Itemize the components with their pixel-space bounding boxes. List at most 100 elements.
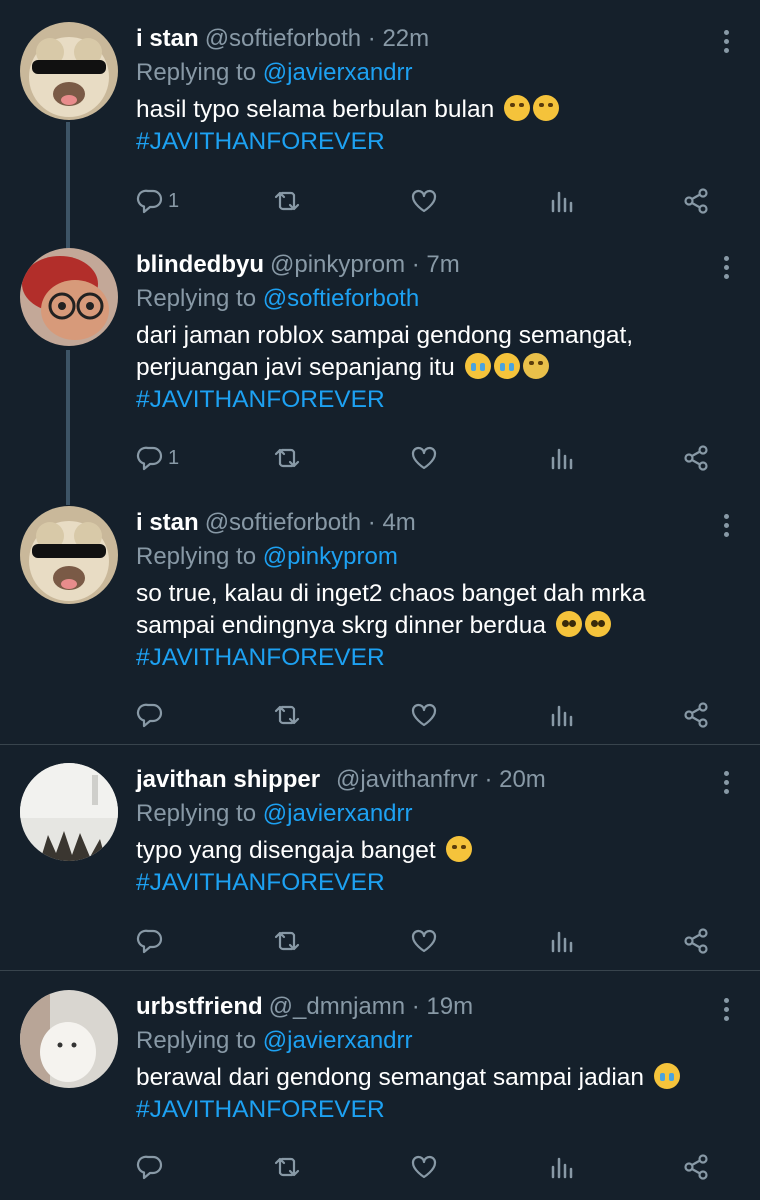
retweet-icon bbox=[274, 1157, 300, 1177]
retweet-button[interactable] bbox=[273, 184, 301, 218]
loudly-crying-emoji bbox=[493, 353, 520, 379]
hashtag-link[interactable]: #JAVITHANFOREVER bbox=[136, 1094, 746, 1126]
display-name[interactable]: javithan shipper bbox=[136, 766, 320, 793]
reply-icon bbox=[136, 446, 163, 471]
share-icon bbox=[684, 928, 708, 954]
reply-button[interactable] bbox=[136, 924, 168, 958]
reply-icon bbox=[136, 703, 163, 728]
analytics-icon bbox=[551, 448, 573, 470]
like-button[interactable] bbox=[410, 184, 438, 218]
hand-over-mouth-emoji bbox=[445, 836, 472, 862]
hashtag-link[interactable]: #JAVITHANFOREVER bbox=[136, 642, 746, 674]
like-button[interactable] bbox=[410, 441, 438, 475]
tweet-text: berawal dari gendong semangat sampai jad… bbox=[136, 1062, 746, 1126]
reply-count: 1 bbox=[168, 189, 180, 212]
like-button[interactable] bbox=[410, 924, 438, 958]
share-button[interactable] bbox=[682, 698, 710, 732]
share-icon bbox=[684, 1154, 708, 1180]
avatar[interactable] bbox=[20, 506, 118, 604]
heart-icon bbox=[411, 1155, 437, 1179]
more-icon[interactable] bbox=[722, 998, 730, 1024]
pleading-face-emoji bbox=[555, 611, 582, 637]
reply-icon bbox=[136, 929, 163, 954]
pleading-face-emoji bbox=[584, 611, 611, 637]
mention-link[interactable]: @javierxandrr bbox=[263, 59, 413, 86]
display-name[interactable]: i stan bbox=[136, 25, 199, 52]
analytics-icon bbox=[551, 931, 573, 953]
tweet[interactable]: blindedbyu @pinkyprom · 7m Replying to @s… bbox=[0, 248, 760, 488]
hashtag-link[interactable]: #JAVITHANFOREVER bbox=[136, 384, 746, 416]
avatar[interactable] bbox=[20, 990, 118, 1088]
tweet-header: javithan shipper @javithanfrvr · 20m bbox=[136, 763, 546, 797]
mention-link[interactable]: @pinkyprom bbox=[263, 543, 398, 570]
avatar[interactable] bbox=[20, 22, 118, 120]
tweet[interactable]: i stan @softieforboth · 22m Replying to @… bbox=[0, 22, 760, 222]
rolling-on-floor-laughing-emoji bbox=[533, 95, 560, 121]
share-button[interactable] bbox=[682, 184, 710, 218]
handle-and-time: @pinkyprom · 7m bbox=[270, 251, 460, 278]
analytics-button[interactable] bbox=[547, 441, 575, 475]
tweet[interactable]: javithan shipper @javithanfrvr · 20m Repl… bbox=[0, 763, 760, 963]
reply-button[interactable] bbox=[136, 698, 168, 732]
handle-and-time: @_dmnjamn · 19m bbox=[268, 993, 474, 1020]
handle-and-time: @softieforboth · 4m bbox=[204, 509, 416, 536]
display-name[interactable]: blindedbyu bbox=[136, 251, 264, 278]
display-name[interactable]: urbstfriend bbox=[136, 993, 263, 1020]
reply-button[interactable]: 1 bbox=[136, 184, 179, 218]
divider bbox=[0, 744, 760, 745]
more-icon[interactable] bbox=[722, 771, 730, 797]
share-icon bbox=[684, 445, 708, 471]
mention-link[interactable]: @softieforboth bbox=[263, 285, 419, 312]
analytics-button[interactable] bbox=[547, 698, 575, 732]
avatar[interactable] bbox=[20, 248, 118, 346]
mention-link[interactable]: @javierxandrr bbox=[263, 800, 413, 827]
display-name[interactable]: i stan bbox=[136, 509, 199, 536]
heart-icon bbox=[411, 929, 437, 953]
reply-button[interactable] bbox=[136, 1150, 168, 1184]
tweet-text: so true, kalau di inget2 chaos banget da… bbox=[136, 578, 746, 674]
retweet-icon bbox=[274, 191, 300, 211]
analytics-button[interactable] bbox=[547, 1150, 575, 1184]
more-icon[interactable] bbox=[722, 30, 730, 56]
like-button[interactable] bbox=[410, 1150, 438, 1184]
divider bbox=[0, 970, 760, 971]
share-button[interactable] bbox=[682, 441, 710, 475]
tweet[interactable]: i stan @softieforboth · 4m Replying to @p… bbox=[0, 506, 760, 728]
share-button[interactable] bbox=[682, 924, 710, 958]
like-button[interactable] bbox=[410, 698, 438, 732]
tweet[interactable]: urbstfriend @_dmnjamn · 19m Replying to @… bbox=[0, 990, 760, 1190]
hashtag-link[interactable]: #JAVITHANFOREVER bbox=[136, 867, 746, 899]
reply-icon bbox=[136, 189, 163, 214]
replying-to: Replying to @pinkyprom bbox=[136, 543, 398, 570]
retweet-button[interactable] bbox=[273, 441, 301, 475]
retweet-button[interactable] bbox=[273, 1150, 301, 1184]
replying-to: Replying to @javierxandrr bbox=[136, 59, 413, 86]
replying-to: Replying to @softieforboth bbox=[136, 285, 420, 312]
more-icon[interactable] bbox=[722, 256, 730, 282]
retweet-icon bbox=[274, 931, 300, 951]
tweet-text: dari jaman roblox sampai gendong semanga… bbox=[136, 320, 746, 416]
retweet-button[interactable] bbox=[273, 924, 301, 958]
reply-button[interactable]: 1 bbox=[136, 441, 179, 475]
share-icon bbox=[684, 702, 708, 728]
handle-and-time: @javithanfrvr · 20m bbox=[336, 766, 546, 793]
avatar[interactable] bbox=[20, 763, 118, 861]
analytics-button[interactable] bbox=[547, 184, 575, 218]
analytics-icon bbox=[551, 191, 573, 213]
share-button[interactable] bbox=[682, 1150, 710, 1184]
mention-link[interactable]: @javierxandrr bbox=[263, 1027, 413, 1054]
replying-to: Replying to @javierxandrr bbox=[136, 800, 413, 827]
tweet-header: i stan @softieforboth · 22m bbox=[136, 22, 429, 56]
tweet-actions: 1 bbox=[136, 184, 726, 218]
heart-icon bbox=[411, 703, 437, 727]
tweet-actions bbox=[136, 698, 726, 732]
hashtag-link[interactable]: #JAVITHANFOREVER bbox=[136, 126, 746, 158]
tweet-header: blindedbyu @pinkyprom · 7m bbox=[136, 248, 460, 282]
analytics-icon bbox=[551, 1157, 573, 1179]
heart-icon bbox=[411, 446, 437, 470]
more-icon[interactable] bbox=[722, 514, 730, 540]
tweet-header: urbstfriend @_dmnjamn · 19m bbox=[136, 990, 473, 1024]
retweet-button[interactable] bbox=[273, 698, 301, 732]
reply-icon bbox=[136, 1155, 163, 1180]
analytics-button[interactable] bbox=[547, 924, 575, 958]
